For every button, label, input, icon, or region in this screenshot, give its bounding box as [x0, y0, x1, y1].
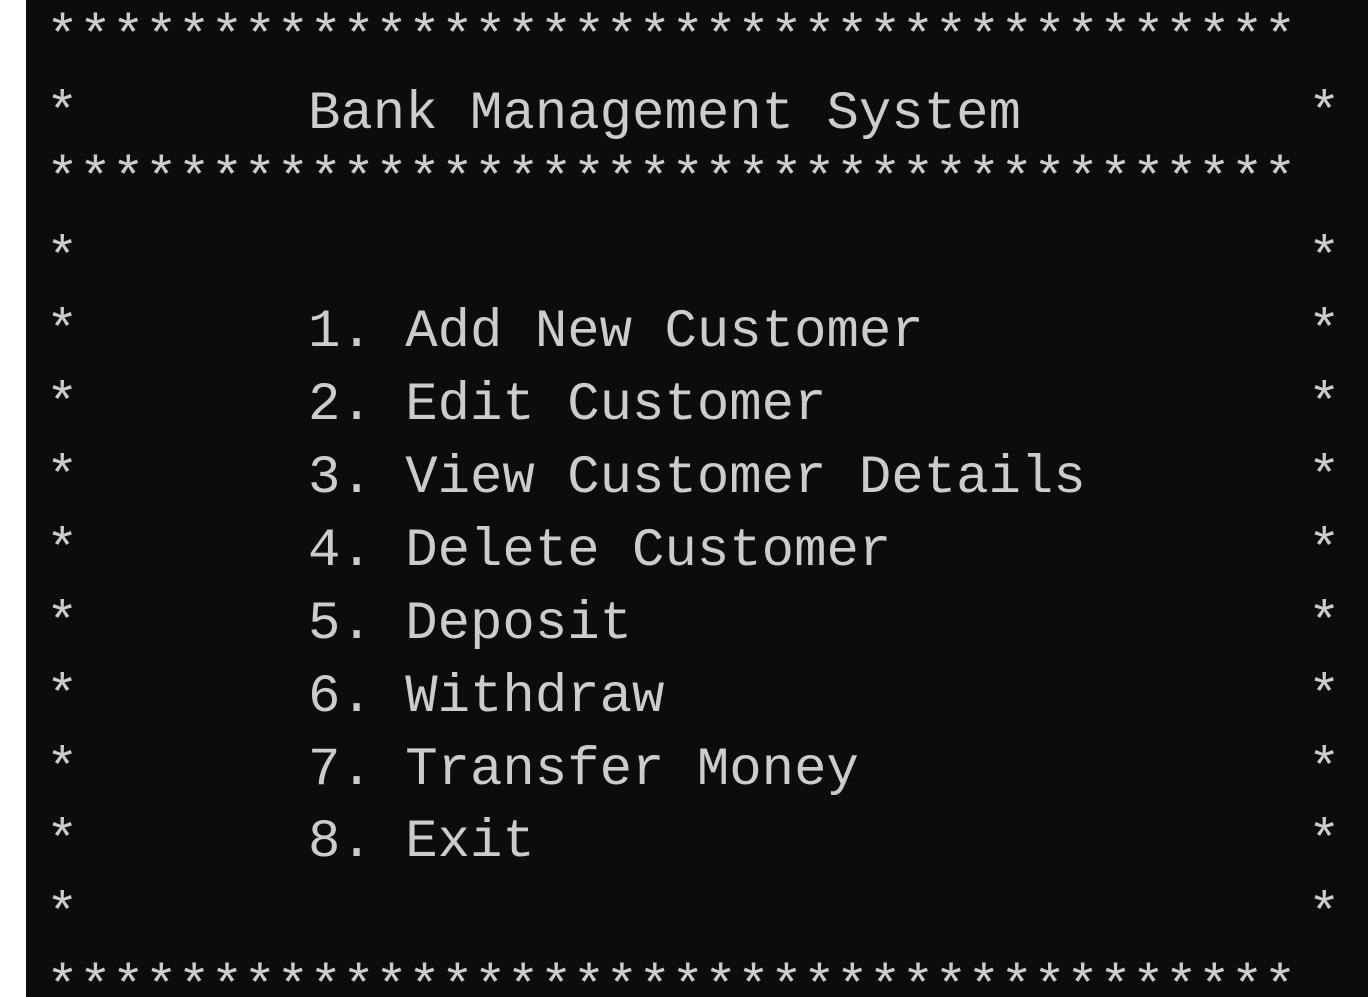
empty-row-bottom: * * [26, 889, 1368, 949]
menu-row: * 3. View Customer Details * [26, 452, 1368, 512]
menu-item-number: 2. [308, 375, 373, 436]
star-left: * [46, 84, 79, 145]
star-right: * [1308, 229, 1341, 290]
star-left: * [46, 448, 79, 509]
star-right: * [1308, 521, 1341, 582]
title-row: * Bank Management System * [26, 88, 1368, 148]
menu-row: * 8. Exit * [26, 816, 1368, 876]
star-left: * [46, 667, 79, 728]
menu-item-number: 1. [308, 302, 373, 363]
menu-item-number: 3. [308, 448, 373, 509]
menu-item-exit: 8. Exit [308, 816, 535, 870]
star-right: * [1308, 375, 1341, 436]
star-right: * [1308, 740, 1341, 801]
menu-item-number: 7. [308, 740, 373, 801]
star-left: * [46, 302, 79, 363]
menu-row: * 5. Deposit * [26, 598, 1368, 658]
title-border: ************************************** [46, 148, 1297, 211]
star-right: * [1308, 885, 1341, 946]
menu-item-label: Delete Customer [405, 521, 892, 582]
star-right: * [1308, 448, 1341, 509]
menu-row: * 4. Delete Customer * [26, 525, 1368, 585]
menu-item-edit-customer: 2. Edit Customer [308, 379, 827, 433]
top-border: ************************************** [46, 6, 1297, 69]
menu-item-delete-customer: 4. Delete Customer [308, 525, 891, 579]
page-title: Bank Management System [308, 84, 1021, 145]
star-right: * [1308, 84, 1341, 145]
menu-item-deposit: 5. Deposit [308, 598, 632, 652]
bottom-border: ************************************** [46, 956, 1297, 997]
menu-item-number: 6. [308, 667, 373, 728]
star-left: * [46, 375, 79, 436]
menu-row: * 6. Withdraw * [26, 671, 1368, 731]
menu-item-label: Edit Customer [405, 375, 827, 436]
menu-row: * 1. Add New Customer * [26, 306, 1368, 366]
menu-item-label: Add New Customer [405, 302, 924, 363]
star-left: * [46, 521, 79, 582]
star-right: * [1308, 812, 1341, 873]
star-right: * [1308, 667, 1341, 728]
menu-item-label: Exit [405, 812, 535, 873]
star-left: * [46, 740, 79, 801]
star-left: * [46, 594, 79, 655]
star-right: * [1308, 302, 1341, 363]
menu-item-label: View Customer Details [405, 448, 1086, 509]
menu-item-number: 5. [308, 594, 373, 655]
star-right: * [1308, 594, 1341, 655]
menu-item-label: Transfer Money [405, 740, 859, 801]
empty-row-top: * * [26, 233, 1368, 293]
console-window: ************************************** *… [26, 0, 1368, 997]
menu-item-add-new-customer: 1. Add New Customer [308, 306, 924, 360]
star-left: * [46, 229, 79, 290]
menu-row: * 7. Transfer Money * [26, 744, 1368, 804]
menu-item-transfer-money: 7. Transfer Money [308, 744, 859, 798]
menu-item-label: Withdraw [405, 667, 665, 728]
menu-item-withdraw: 6. Withdraw [308, 671, 664, 725]
menu-item-label: Deposit [405, 594, 633, 655]
menu-item-number: 4. [308, 521, 373, 582]
star-left: * [46, 812, 79, 873]
menu-item-view-customer-details: 3. View Customer Details [308, 452, 1086, 506]
menu-row: * 2. Edit Customer * [26, 379, 1368, 439]
menu-item-number: 8. [308, 812, 373, 873]
star-left: * [46, 885, 79, 946]
